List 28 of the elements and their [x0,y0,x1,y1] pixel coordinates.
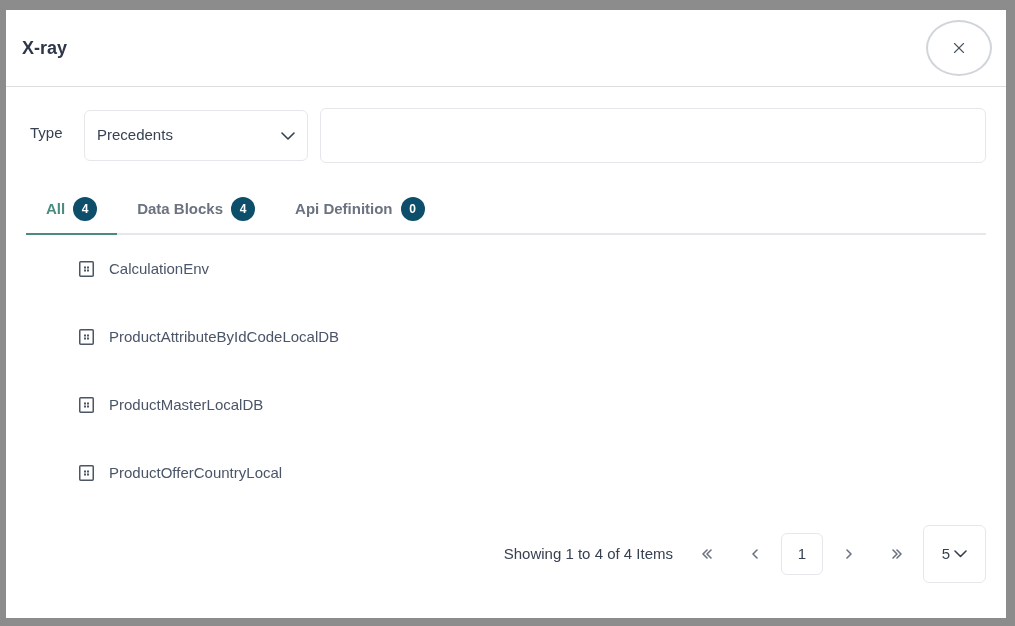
grid-block-icon [79,261,94,277]
grid-block-icon [79,465,94,481]
tab[interactable]: Api Definition 0 [275,185,445,235]
chevron-down-icon [281,131,295,140]
chevron-left-icon [752,549,758,559]
close-button[interactable] [926,20,992,76]
count-badge: 4 [73,197,98,221]
dialog-title: X-ray [22,36,68,60]
item-name[interactable]: ProductOfferCountryLocal [109,461,283,485]
page-size-select[interactable]: 5 [923,525,986,583]
type-label: Type [29,123,64,144]
item-name[interactable]: ProductAttributeByIdCodeLocalDB [109,325,340,349]
tab[interactable]: Data Blocks 4 [117,185,276,235]
chevron-right-icon [846,549,852,559]
tab[interactable]: All 4 [26,185,118,235]
page-number-button[interactable]: 1 [781,533,823,575]
chevron-down-icon [954,550,968,558]
count-badge: 0 [400,197,425,221]
item-name[interactable]: CalculationEnv [109,257,210,281]
grid-block-icon [79,329,94,345]
type-select[interactable]: Precedents [84,110,308,161]
item-name[interactable]: ProductMasterLocalDB [109,393,264,417]
double-chevron-right-icon [892,549,902,559]
search-field[interactable] [320,108,986,163]
pagination-summary: Showing 1 to 4 of 4 Items [503,543,673,564]
count-badge: 4 [231,197,256,221]
double-chevron-left-icon [702,549,712,559]
grid-block-icon [79,397,94,413]
